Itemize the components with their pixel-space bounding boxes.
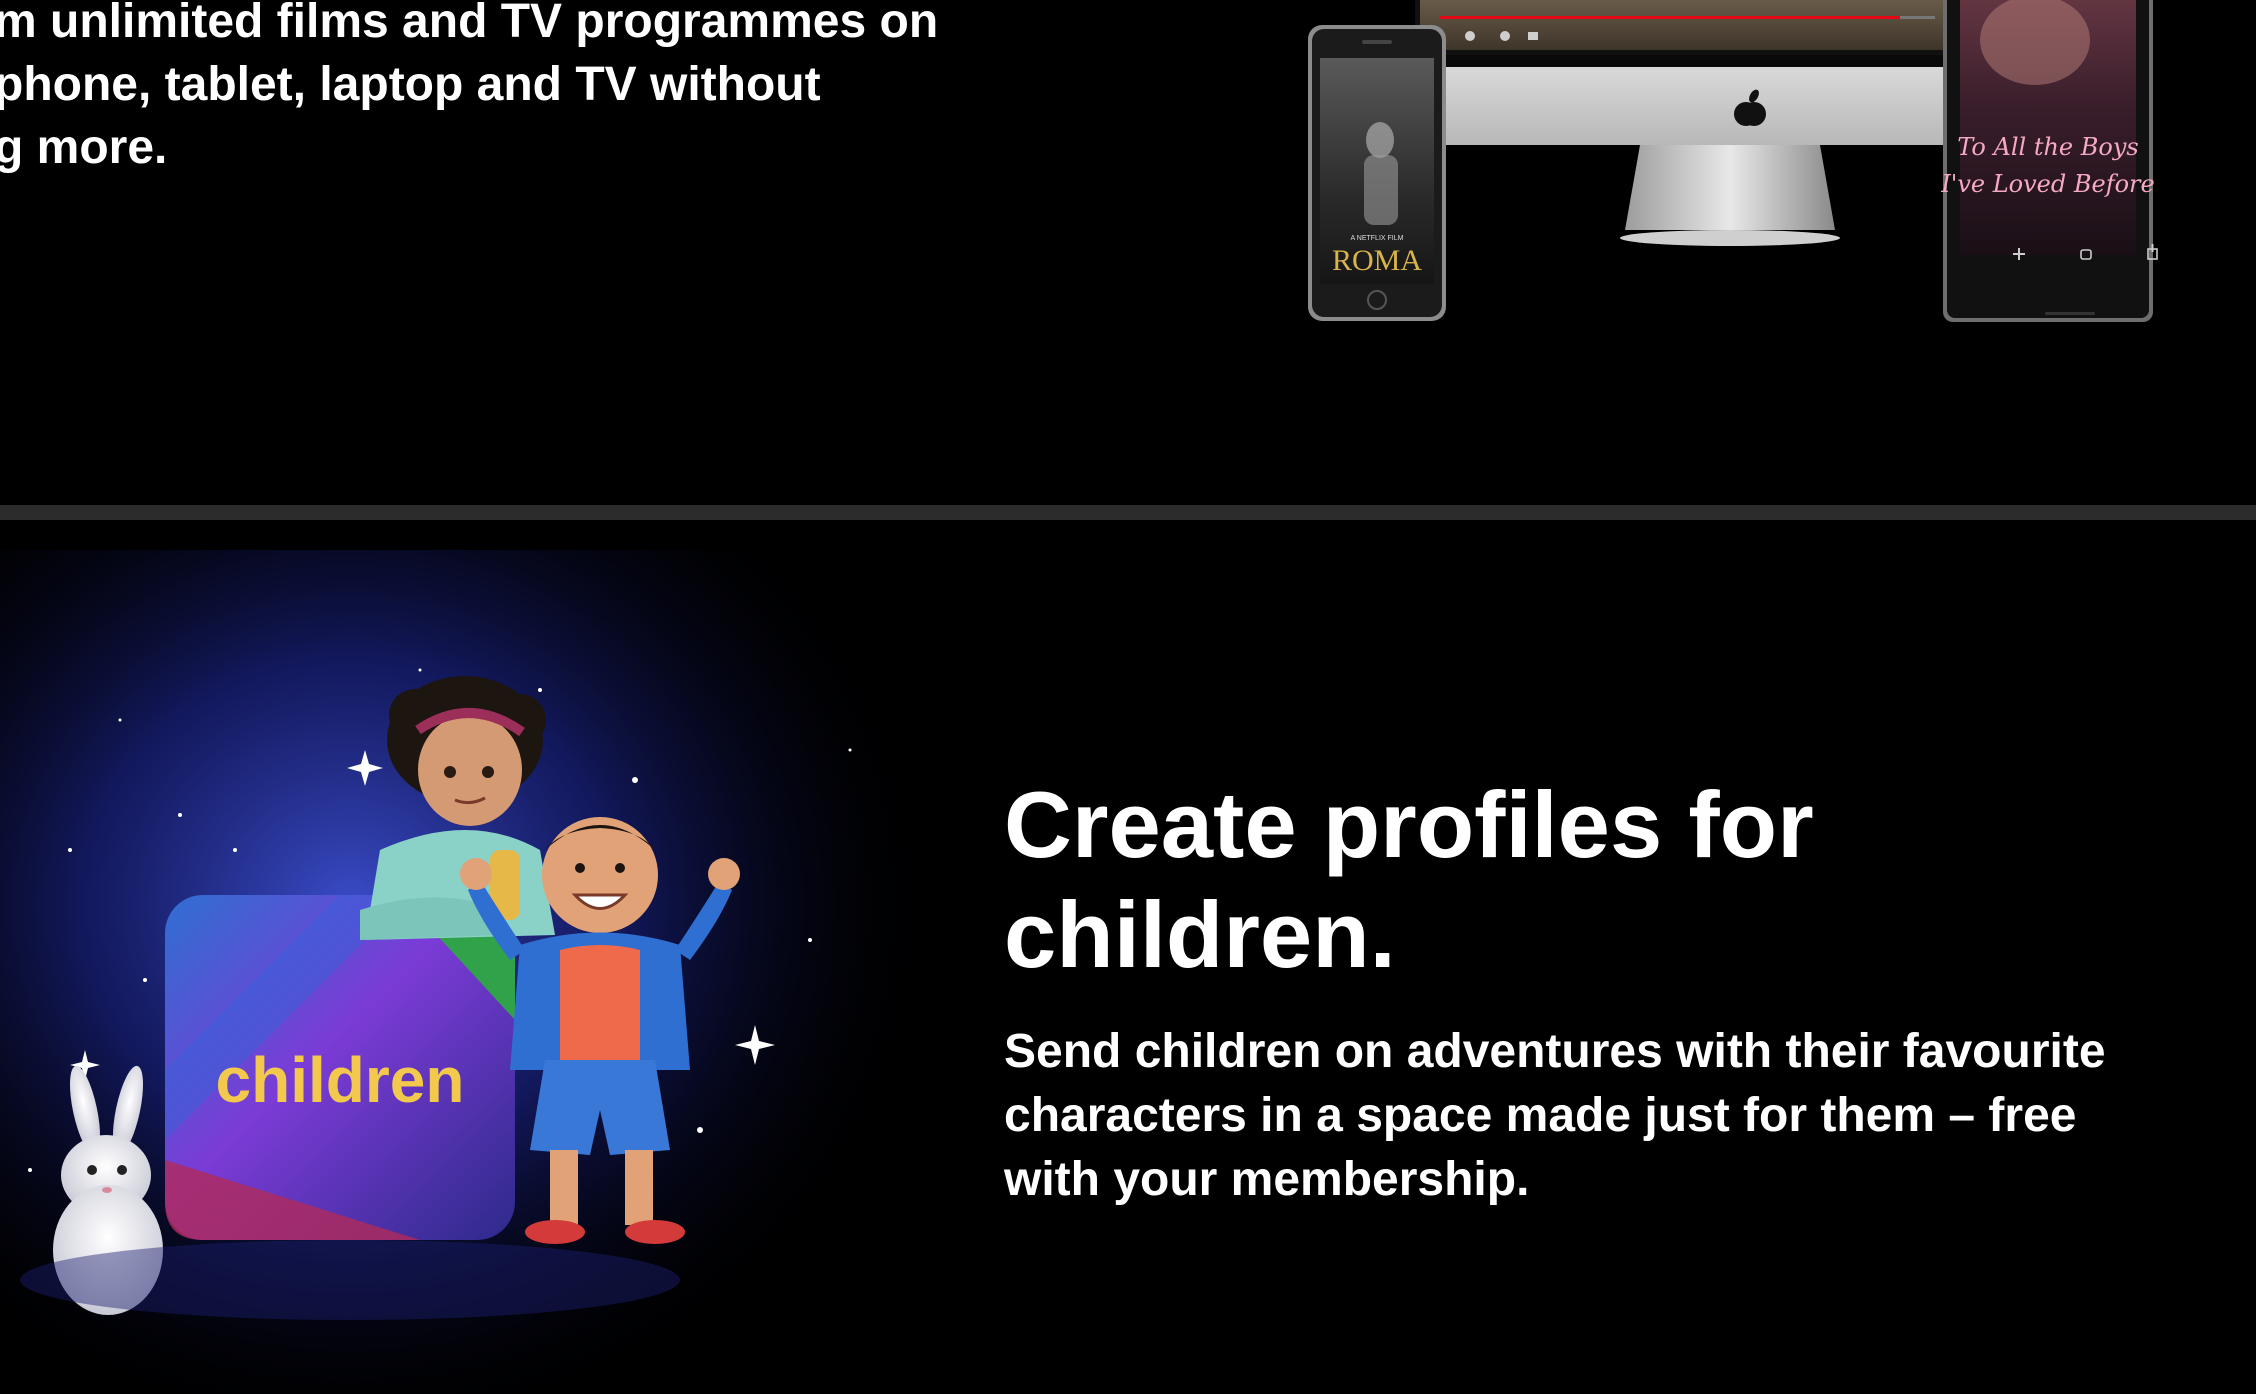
children-profiles-section: children Create profiles for children. S…: [0, 520, 2256, 1394]
phone-caption: A NETFLIX FILM: [1351, 235, 1404, 242]
children-logo-box: children: [165, 895, 515, 1240]
phone-title: ROMA: [1332, 244, 1422, 277]
desktop-monitor: [1415, 0, 1955, 246]
devices-section: m unlimited films and TV programmes on p…: [0, 0, 2256, 505]
children-illustration: children: [0, 550, 920, 1394]
devices-description: m unlimited films and TV programmes on p…: [0, 0, 939, 174]
children-logo-text: children: [216, 1044, 465, 1116]
page: m unlimited films and TV programmes on p…: [0, 0, 2256, 1394]
children-description: Send children on adventures with their f…: [1004, 1025, 2106, 1206]
children-heading: Create profiles for children.: [1004, 772, 1814, 987]
section-divider: [0, 505, 2256, 520]
devices-illustration: A NETFLIX FILM ROMA To All the Boys I've…: [1308, 0, 2158, 322]
phone-device: A NETFLIX FILM ROMA: [1308, 25, 1446, 321]
tablet-device: To All the Boys I've Loved Before: [1940, 0, 2158, 322]
tablet-title-line1: To All the Boys: [1957, 133, 2138, 161]
tablet-title-line2: I've Loved Before: [1940, 170, 2154, 198]
